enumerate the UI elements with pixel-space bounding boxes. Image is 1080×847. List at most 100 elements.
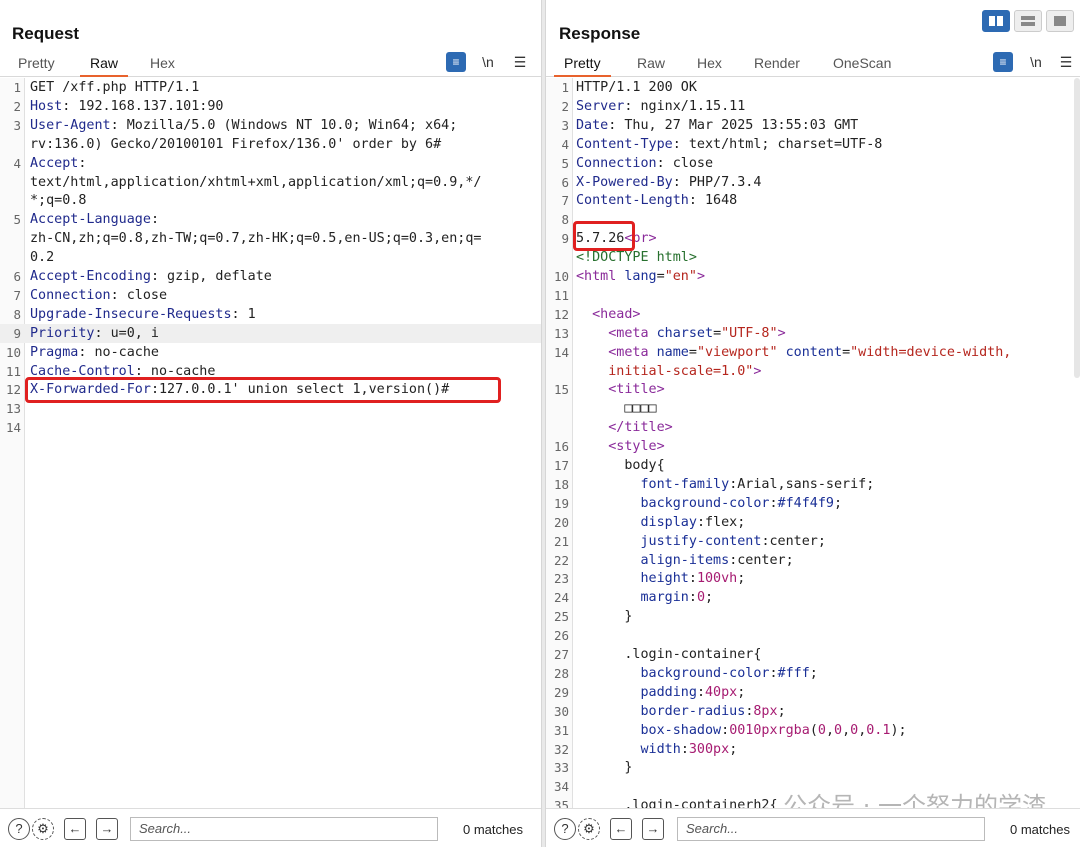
code-line[interactable]: 33 } — [546, 758, 1080, 777]
code-token: } — [576, 760, 633, 776]
code-line[interactable]: 28 background-color:#fff; — [546, 664, 1080, 683]
code-line[interactable]: 2 Host: 192.168.137.101:90 — [0, 97, 541, 116]
code-line[interactable]: 6 X-Powered-By: PHP/7.3.4 — [546, 173, 1080, 192]
code-line[interactable]: 4 Accept: — [0, 154, 541, 173]
tab-raw[interactable]: Raw — [79, 55, 129, 77]
arrow-left-icon[interactable]: ← — [610, 818, 632, 840]
code-line[interactable]: 12 <head> — [546, 305, 1080, 324]
code-line[interactable]: 27 .login-container{ — [546, 645, 1080, 664]
arrow-right-icon[interactable]: → — [642, 818, 664, 840]
code-line[interactable]: 11 — [546, 286, 1080, 305]
response-editor[interactable]: 1 HTTP/1.1 200 OK 2 Server: nginx/1.15.11 3 D… — [546, 78, 1080, 809]
code-line[interactable]: rv:136.0) Gecko/20100101 Firefox/136.0' … — [0, 135, 541, 154]
code-line[interactable]: 5 Accept-Language: — [0, 210, 541, 229]
code-line[interactable]: 1 GET /xff.php HTTP/1.1 — [0, 78, 541, 97]
code-token: height — [576, 571, 689, 587]
code-token: > — [777, 325, 786, 341]
wrap-icon[interactable]: ≡ — [993, 52, 1013, 72]
code-token: <!DOCTYPE html> — [576, 250, 697, 266]
line-number: 6 — [561, 174, 569, 190]
code-line[interactable]: 4 Content-Type: text/html; charset=UTF-8 — [546, 135, 1080, 154]
code-token: Accept-Language — [30, 212, 151, 228]
code-line[interactable]: 1 HTTP/1.1 200 OK — [546, 78, 1080, 97]
code-line[interactable]: 23 height:100vh; — [546, 569, 1080, 588]
help-icon[interactable]: ? — [554, 818, 576, 840]
arrow-left-icon[interactable]: ← — [64, 818, 86, 840]
code-line[interactable]: 22 align-items:center; — [546, 551, 1080, 570]
code-text: Connection: close — [30, 286, 167, 305]
code-token: <html — [576, 269, 625, 284]
code-token: Accept-Encoding — [30, 269, 151, 284]
code-line[interactable]: 20 display:flex; — [546, 513, 1080, 532]
line-number: 13 — [5, 401, 21, 417]
code-line[interactable]: 2 Server: nginx/1.15.11 — [546, 97, 1080, 116]
code-token: margin — [576, 590, 689, 606]
code-line[interactable]: 6 Accept-Encoding: gzip, deflate — [0, 267, 541, 286]
code-line[interactable]: 10 <html lang="en"> — [546, 267, 1080, 286]
layout-single-icon[interactable] — [1046, 10, 1074, 32]
code-line[interactable]: 31 box-shadow:0010pxrgba(0,0,0,0.1); — [546, 721, 1080, 740]
code-line[interactable]: 7 Connection: close — [0, 286, 541, 305]
tab-pretty[interactable]: Pretty — [18, 55, 55, 71]
search-input[interactable]: Search... — [130, 817, 438, 841]
code-line[interactable]: 8 Upgrade-Insecure-Requests: 1 — [0, 305, 541, 324]
code-line[interactable]: *;q=0.8 — [0, 191, 541, 210]
gear-icon[interactable]: ⚙ — [578, 818, 600, 840]
gear-icon[interactable]: ⚙ — [32, 818, 54, 840]
newline-toggle[interactable]: \n — [1026, 52, 1046, 72]
code-line[interactable]: 21 justify-content:center; — [546, 532, 1080, 551]
code-token: 0 — [850, 722, 859, 738]
code-line[interactable]: 3 Date: Thu, 27 Mar 2025 13:55:03 GMT — [546, 116, 1080, 135]
code-token: ; — [737, 571, 746, 587]
request-editor[interactable]: 1 GET /xff.php HTTP/1.1 2 Host: 192.168.137… — [0, 78, 541, 809]
code-line[interactable]: 0.2 — [0, 248, 541, 267]
newline-toggle[interactable]: \n — [478, 52, 498, 72]
hamburger-icon[interactable]: ☰ — [510, 52, 530, 72]
hamburger-icon[interactable]: ☰ — [1056, 52, 1076, 72]
code-token: Content-Length — [576, 193, 689, 209]
code-token: Connection — [30, 287, 111, 303]
code-line[interactable]: 17 body{ — [546, 456, 1080, 475]
code-line[interactable]: text/html,application/xhtml+xml,applicat… — [0, 173, 541, 192]
code-line[interactable]: 24 margin:0; — [546, 588, 1080, 607]
code-line[interactable]: </title> — [546, 418, 1080, 437]
code-token: <head> — [576, 306, 641, 322]
line-number: 33 — [553, 760, 569, 776]
help-icon[interactable]: ? — [8, 818, 30, 840]
tab-hex[interactable]: Hex — [697, 55, 722, 71]
layout-split-icon[interactable] — [982, 10, 1010, 32]
tab-render[interactable]: Render — [754, 55, 800, 71]
code-token: box-shadow — [576, 722, 722, 738]
code-line[interactable]: 15 <title> — [546, 380, 1080, 399]
search-input[interactable]: Search... — [677, 817, 985, 841]
code-line[interactable]: 14 — [0, 418, 541, 437]
code-line[interactable]: 19 background-color:#f4f4f9; — [546, 494, 1080, 513]
wrap-icon[interactable]: ≡ — [446, 52, 466, 72]
code-line[interactable]: zh-CN,zh;q=0.8,zh-TW;q=0.7,zh-HK;q=0.5,e… — [0, 229, 541, 248]
code-line[interactable]: 16 <style> — [546, 437, 1080, 456]
tab-hex[interactable]: Hex — [150, 55, 175, 71]
code-line[interactable]: 5 Connection: close — [546, 154, 1080, 173]
code-token: , — [842, 722, 851, 738]
code-line[interactable]: 29 padding:40px; — [546, 683, 1080, 702]
code-line[interactable]: 10 Pragma: no-cache — [0, 343, 541, 362]
layout-horizontal-icon[interactable] — [1014, 10, 1042, 32]
code-line[interactable]: 25 } — [546, 607, 1080, 626]
code-line[interactable]: □□□□ — [546, 399, 1080, 418]
arrow-right-icon[interactable]: → — [96, 818, 118, 840]
code-line[interactable]: 30 border-radius:8px; — [546, 702, 1080, 721]
tab-pretty[interactable]: Pretty — [554, 55, 611, 77]
code-line[interactable]: 9 Priority: u=0, i — [0, 323, 541, 343]
code-line[interactable]: 14 <meta name="viewport" content="width=… — [546, 343, 1080, 362]
tab-onescan[interactable]: OneScan — [833, 55, 891, 71]
code-line[interactable]: 26 — [546, 626, 1080, 645]
code-line[interactable]: 3 User-Agent: Mozilla/5.0 (Windows NT 10.… — [0, 116, 541, 135]
code-line[interactable]: 32 width:300px; — [546, 740, 1080, 759]
code-line[interactable]: 7 Content-Length: 1648 — [546, 191, 1080, 210]
scrollbar[interactable] — [1074, 78, 1080, 378]
code-line[interactable]: 13 <meta charset="UTF-8"> — [546, 324, 1080, 343]
tab-raw[interactable]: Raw — [637, 55, 665, 71]
code-line[interactable]: 18 font-family:Arial,sans-serif; — [546, 475, 1080, 494]
code-line[interactable]: initial-scale=1.0"> — [546, 362, 1080, 381]
code-text: Priority: u=0, i — [30, 324, 159, 343]
